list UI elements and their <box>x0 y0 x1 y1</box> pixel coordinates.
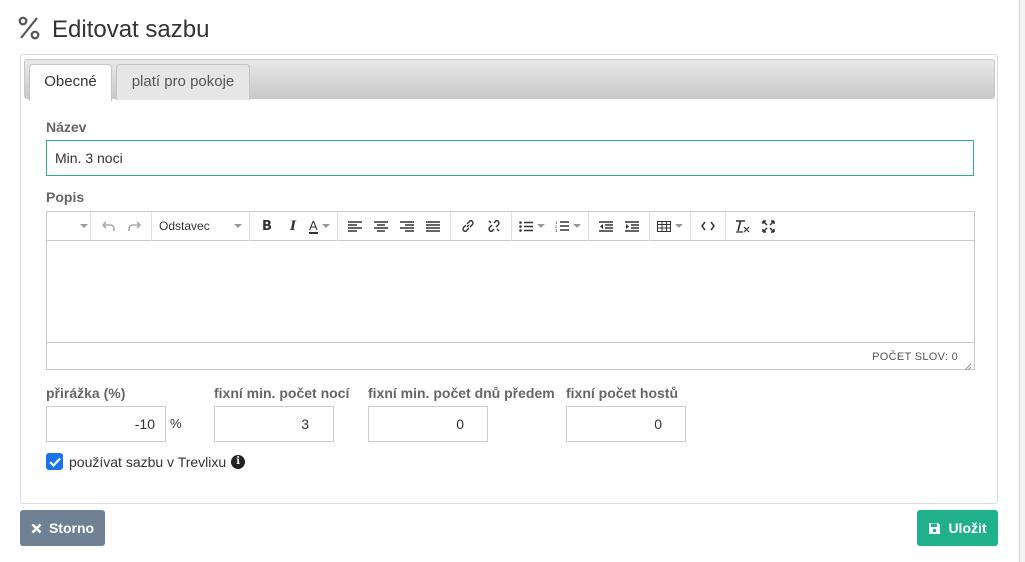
tab-general[interactable]: Obecné <box>29 64 112 101</box>
indent-icon[interactable] <box>619 214 645 238</box>
bullet-list-icon[interactable] <box>516 214 548 238</box>
align-justify-icon[interactable] <box>420 214 446 238</box>
edit-rate-card: Obecné platí pro pokoje Název Popis Odst… <box>20 54 998 504</box>
page-title: Editovat sazbu <box>52 16 210 43</box>
editor-statusbar: POČET SLOV: 0 <box>47 342 974 370</box>
save-icon <box>928 522 941 535</box>
outdent-icon[interactable] <box>593 214 619 238</box>
close-icon <box>31 523 42 534</box>
save-button-label: Uložit <box>948 520 987 536</box>
tab-bar: Obecné platí pro pokoje <box>24 59 995 101</box>
page-scrollbar[interactable] <box>1019 0 1025 562</box>
min-days-ahead-label: fixní min. počet dnů předem <box>368 385 555 401</box>
text-color-icon[interactable]: A <box>306 214 333 238</box>
fixed-guests-label: fixní počet hostů <box>566 385 678 401</box>
editor-toolbar: Odstavec B I A 1 2 3 <box>47 211 974 241</box>
tab-applies-to-rooms[interactable]: platí pro pokoje <box>116 64 250 100</box>
word-count: POČET SLOV: 0 <box>872 350 958 363</box>
align-left-icon[interactable] <box>342 214 368 238</box>
use-in-trevlix-row: používat sazbu v Trevlixu i <box>46 453 246 470</box>
name-input[interactable] <box>46 140 974 176</box>
fixed-guests-input[interactable] <box>566 406 686 442</box>
use-in-trevlix-checkbox[interactable] <box>46 453 63 470</box>
save-button[interactable]: Uložit <box>917 510 998 546</box>
use-in-trevlix-label[interactable]: používat sazbu v Trevlixu <box>69 454 226 470</box>
format-select[interactable]: Odstavec <box>156 214 245 238</box>
align-right-icon[interactable] <box>394 214 420 238</box>
percent-icon <box>18 16 44 45</box>
italic-icon[interactable]: I <box>280 214 306 238</box>
clear-formatting-icon[interactable] <box>730 214 756 238</box>
format-select-value: Odstavec <box>159 219 210 233</box>
bold-icon[interactable]: B <box>254 214 280 238</box>
description-editor: Odstavec B I A 1 2 3 POČET SLOV: 0 <box>46 211 975 371</box>
redo-icon[interactable] <box>121 214 147 238</box>
numbered-list-icon[interactable]: 123 <box>552 214 584 238</box>
fullscreen-icon[interactable] <box>756 214 782 238</box>
resize-handle-icon[interactable] <box>963 358 972 371</box>
info-icon[interactable]: i <box>231 454 246 469</box>
undo-icon[interactable] <box>95 214 121 238</box>
unlink-icon[interactable] <box>481 214 507 238</box>
source-code-icon[interactable] <box>695 214 721 238</box>
min-nights-input[interactable] <box>214 406 334 442</box>
page-header: Editovat sazbu <box>18 14 209 46</box>
cancel-button-label: Storno <box>48 520 95 536</box>
editor-content-area[interactable] <box>47 241 974 342</box>
min-days-ahead-input[interactable] <box>368 406 488 442</box>
cancel-button[interactable]: Storno <box>20 510 105 546</box>
link-icon[interactable] <box>455 214 481 238</box>
description-label: Popis <box>46 189 85 205</box>
surcharge-label: přirážka (%) <box>46 385 126 401</box>
table-icon[interactable] <box>654 214 686 238</box>
name-label: Název <box>46 119 87 135</box>
svg-text:3: 3 <box>555 228 558 232</box>
surcharge-input[interactable] <box>46 406 166 442</box>
align-center-icon[interactable] <box>368 214 394 238</box>
surcharge-unit: % <box>170 416 182 431</box>
min-nights-label: fixní min. počet nocí <box>214 385 350 401</box>
